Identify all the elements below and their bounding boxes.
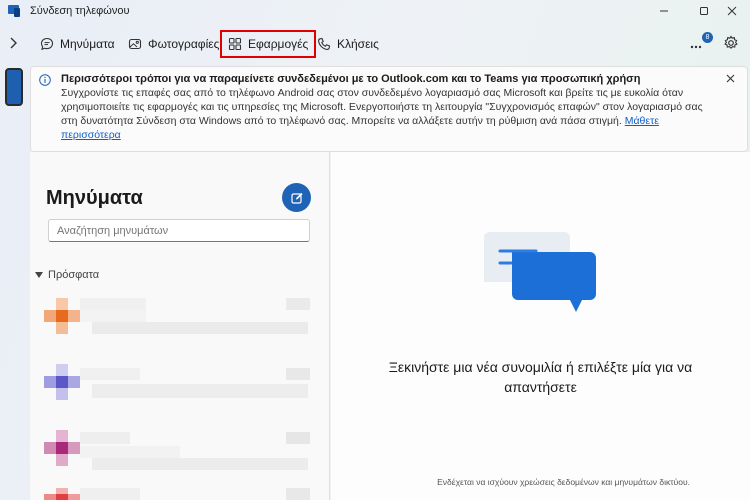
preview-redacted [80, 310, 146, 322]
message-preview-redacted [92, 458, 308, 470]
avatar-pixel [56, 494, 68, 500]
recent-section-header[interactable]: Πρόσφατα [35, 269, 99, 281]
close-icon [727, 6, 737, 16]
more-dots-icon [690, 45, 702, 49]
avatar-pixel [44, 442, 56, 454]
contact-name-redacted [80, 432, 130, 444]
message-preview-redacted [92, 384, 308, 398]
avatar-pixel [56, 376, 68, 388]
recent-label: Πρόσφατα [48, 269, 100, 281]
search-messages-input[interactable] [48, 219, 310, 242]
notifications-button[interactable]: 8 [690, 32, 714, 54]
expand-sidebar-button[interactable] [4, 34, 22, 52]
minimize-icon [660, 10, 668, 12]
photos-icon [128, 38, 142, 50]
phone-link-app-icon [8, 5, 20, 17]
avatar [56, 364, 68, 376]
banner-title: Περισσότεροι τρόποι για να παραμείνετε σ… [61, 73, 641, 85]
gear-icon [724, 35, 738, 49]
compose-icon [290, 192, 303, 204]
notification-badge: 8 [702, 32, 713, 43]
avatar-pixel [68, 442, 80, 454]
tab-apps-label: Εφαρμογές [248, 37, 309, 51]
avatar-pixel [68, 376, 80, 388]
avatar [56, 430, 68, 442]
phone-thumbnail[interactable] [5, 68, 23, 106]
tab-apps[interactable]: Εφαρμογές [220, 30, 317, 58]
avatar-pixel [56, 454, 68, 466]
contact-name-redacted [80, 488, 140, 500]
empty-state-text: Ξεκινήστε μια νέα συνομιλία ή επιλέξτε μ… [388, 359, 693, 395]
new-message-button[interactable] [282, 183, 311, 212]
phone-icon [318, 37, 331, 50]
avatar-pixel [44, 310, 56, 322]
avatar-pixel [56, 442, 68, 454]
chevron-right-icon [10, 37, 17, 49]
preview-redacted [80, 446, 180, 458]
chat-icon [40, 37, 54, 51]
nav-bar: Μηνύματα Φωτογραφίες Εφαρμογές Κλήσεις 8 [0, 26, 750, 62]
close-window-button[interactable] [714, 0, 750, 22]
conversation-item[interactable] [30, 292, 330, 348]
title-bar: Σύνδεση τηλεφώνου [0, 0, 750, 22]
tab-photos-label: Φωτογραφίες [148, 37, 220, 51]
collapse-triangle-icon [35, 271, 43, 278]
window-title: Σύνδεση τηλεφώνου [30, 5, 130, 17]
banner-body: Συγχρονίστε τις επαφές σας από το τηλέφω… [61, 86, 711, 142]
avatar-pixel [56, 388, 68, 400]
message-preview-redacted [92, 322, 308, 334]
settings-button[interactable] [723, 35, 739, 51]
close-icon [726, 74, 734, 82]
conversation-item[interactable] [30, 484, 330, 500]
avatar-pixel [56, 322, 68, 334]
tab-photos[interactable]: Φωτογραφίες [124, 32, 223, 56]
avatar-pixel [44, 494, 56, 500]
tab-messages[interactable]: Μηνύματα [36, 32, 119, 56]
timestamp-redacted [286, 488, 310, 500]
tab-calls[interactable]: Κλήσεις [313, 32, 383, 56]
contact-name-redacted [80, 298, 146, 310]
avatar-pixel [68, 310, 80, 322]
messages-title: Μηνύματα [46, 187, 143, 209]
chat-bubbles-illustration [484, 232, 596, 312]
minimize-button[interactable] [646, 0, 682, 22]
apps-icon [228, 37, 242, 51]
messages-pane: Μηνύματα Πρόσφατα [30, 152, 330, 500]
timestamp-redacted [286, 298, 310, 310]
avatar-pixel [44, 376, 56, 388]
info-banner: Περισσότεροι τρόποι για να παραμείνετε σ… [30, 66, 748, 152]
maximize-icon [700, 7, 708, 15]
banner-text: Συγχρονίστε τις επαφές σας από το τηλέφω… [61, 87, 703, 127]
tab-messages-label: Μηνύματα [60, 37, 115, 51]
data-charges-note: Ενδέχεται να ισχύουν χρεώσεις δεδομένων … [437, 477, 690, 487]
conversation-item[interactable] [30, 424, 330, 480]
avatar-pixel [56, 310, 68, 322]
timestamp-redacted [286, 432, 310, 444]
conversation-item[interactable] [30, 358, 330, 414]
tab-calls-label: Κλήσεις [337, 37, 379, 51]
conversation-pane: Ξεκινήστε μια νέα συνομιλία ή επιλέξτε μ… [331, 152, 750, 500]
info-icon [39, 74, 51, 86]
banner-close-button[interactable] [724, 72, 736, 84]
avatar [56, 298, 68, 310]
contact-name-redacted [80, 368, 140, 380]
timestamp-redacted [286, 368, 310, 380]
avatar-pixel [68, 494, 80, 500]
